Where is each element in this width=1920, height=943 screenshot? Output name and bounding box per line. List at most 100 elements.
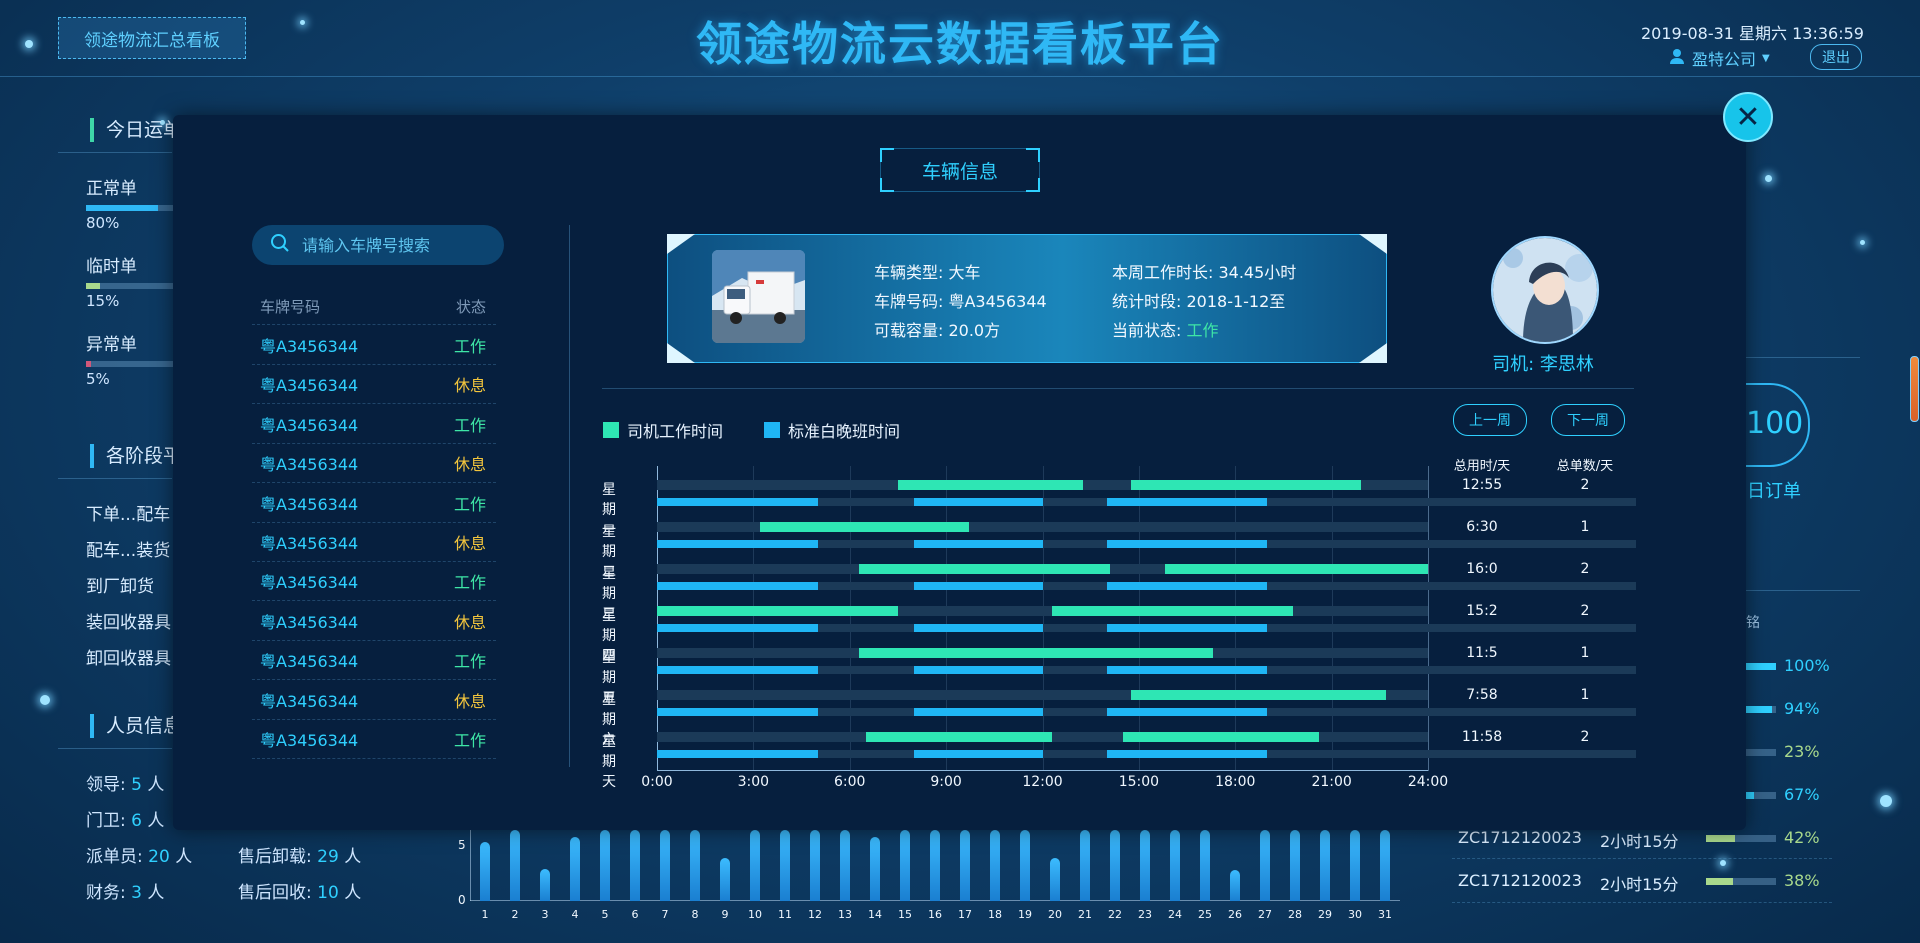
progress-pct: 23% [1784,742,1820,761]
bar-fill [86,361,91,367]
gantt-work-bar [859,564,1110,574]
vehicle-list-item[interactable]: 粤A3456344 工作 [252,484,496,523]
gantt-total-orders: 2 [1580,603,1590,619]
search-icon [270,233,290,257]
vehicle-list-item[interactable]: 粤A3456344 休息 [252,365,496,405]
x-tick-label: 29 [1318,908,1332,921]
bg-star [1880,795,1892,807]
person-unit: 人 [147,775,165,795]
gantt-shift-bar [914,750,1043,758]
x-tick-label: 13 [838,908,852,921]
vehicle-plate-text: 粤A3456344 [260,652,359,672]
gantt-x-tick: 24:00 [1407,774,1449,790]
company-name: 盈特公司 [1692,50,1757,69]
daily-orders-label: 日订单 [1747,481,1801,502]
legend-swatch-shift [764,422,780,438]
x-tick-label: 2 [511,908,519,921]
daily-bar [1350,830,1360,901]
gantt-gridline [1138,466,1140,770]
vehicle-status: 工作 [453,337,486,356]
progress-bar [1706,878,1776,885]
gantt-shift-bar [1106,540,1268,548]
gantt-total-orders: 1 [1580,519,1590,535]
right-section-title-fragment: 铭 [1746,615,1760,631]
gantt-total-orders: 1 [1580,645,1590,661]
gantt-work-bar [897,480,1083,490]
temp-orders-bar [86,283,176,289]
vehicle-list-item[interactable]: 粤A3456344 工作 [252,720,496,759]
gantt-shift-bar [657,540,818,548]
people-guard: 门卫: 6 人 [86,806,164,831]
progress-pct: 100% [1784,656,1830,675]
header-divider [0,76,1920,77]
plate-search-input[interactable] [300,234,494,256]
vehicle-list-item[interactable]: 粤A3456344 工作 [252,641,496,681]
vehicle-list-item[interactable]: 粤A3456344 休息 [252,523,496,562]
row-divider [1452,902,1832,903]
vehicle-list-item[interactable]: 粤A3456344 休息 [252,681,496,720]
gantt-total-orders: 1 [1580,687,1590,703]
card-corner-decoration [1359,234,1387,254]
next-week-button[interactable]: 下一周 [1551,404,1625,436]
stat-period: 统计时段: 2018-1-12至 [1112,292,1286,311]
legend-driver-work: 司机工作时间 [603,418,723,442]
x-tick-label: 20 [1048,908,1062,921]
legend-label: 司机工作时间 [627,422,724,441]
vehicle-status: 休息 [453,455,486,475]
y-tick-label: 5 [458,838,466,852]
daily-bar [1320,830,1330,901]
gantt-gridline [1331,466,1333,770]
gantt-x-axis [657,770,1428,771]
right-section-divider [1746,590,1860,591]
summary-dashboard-button[interactable]: 领途物流汇总看板 [58,17,246,59]
close-button[interactable]: ✕ [1723,92,1773,142]
plate-column-header: 车牌号码 [260,298,321,316]
vehicle-list-item[interactable]: 粤A3456344 休息 [252,444,496,484]
x-tick-label: 9 [721,908,729,921]
vehicle-list-item[interactable]: 粤A3456344 休息 [252,602,496,641]
prev-week-button[interactable]: 上一周 [1453,404,1527,436]
gantt-work-bar [1130,690,1387,700]
person-count: 6 [131,811,142,831]
person-unit: 人 [175,847,193,867]
gantt-shift-bar [657,624,818,632]
progress-pct: 38% [1784,871,1820,890]
x-tick-label: 19 [1018,908,1032,921]
scrollbar-thumb[interactable] [1910,356,1919,422]
status-column-header: 状态 [455,298,486,316]
vehicle-list-item[interactable]: 粤A3456344 工作 [252,562,496,602]
vehicle-list-item[interactable]: 粤A3456344 工作 [252,326,496,365]
gantt-day-label: 星期天 [602,734,616,790]
gantt-shift-bar [657,750,818,758]
x-tick-label: 22 [1108,908,1122,921]
x-tick-label: 18 [988,908,1002,921]
vehicle-list-item[interactable]: 粤A3456344 工作 [252,405,496,444]
header-underline [58,748,172,749]
gantt-x-tick: 21:00 [1311,774,1352,790]
modal-vertical-divider [569,225,570,767]
x-tick-label: 26 [1228,908,1242,921]
bg-star [25,40,33,48]
company-dropdown[interactable]: 盈特公司 ▼ [1668,46,1770,70]
daily-bar [1140,830,1150,901]
vehicle-status: 休息 [453,376,486,396]
gantt-shift-bar [1106,708,1268,716]
modal-title: 车辆信息 [880,148,1040,192]
logout-button[interactable]: 退出 [1810,44,1862,70]
vehicle-plate: 车牌号码: 粤A3456344 [874,292,1047,311]
vehicle-plate-text: 粤A3456344 [260,494,359,514]
daily-bar [540,869,550,901]
daily-bar [690,830,700,901]
person-count: 29 [317,847,339,867]
weekly-hours: 本周工作时长: 34.45小时 [1112,263,1297,282]
stage-item: 到厂卸货 [86,577,154,597]
person-label: 门卫: [86,811,126,831]
gantt-gridline [946,466,948,770]
gantt-work-bar [1122,732,1319,742]
normal-orders-pct: 80% [86,214,120,232]
x-tick-label: 12 [808,908,822,921]
today-orders-title: 今日运单 [90,118,182,142]
x-tick-label: 10 [748,908,762,921]
person-unit: 人 [147,883,165,903]
stage-item: 下单...配车 [86,505,171,525]
